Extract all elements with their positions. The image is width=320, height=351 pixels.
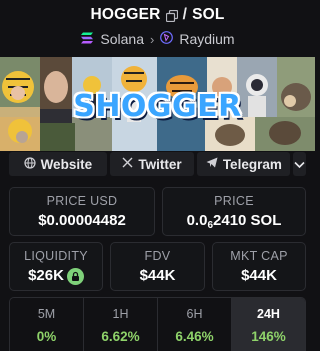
liquidity-card: LIQUIDITY $26K <box>9 242 103 291</box>
chevron-down-icon <box>294 157 305 172</box>
lock-icon[interactable] <box>66 267 84 285</box>
tab-24h-label: 24H <box>257 307 280 321</box>
social-links: Website Twitter Telegram <box>9 152 307 176</box>
copy-icon[interactable] <box>165 9 178 23</box>
quote-symbol: SOL <box>192 6 225 23</box>
price-usd-value: $0.00004482 <box>38 212 126 229</box>
fdv-card: FDV $44K <box>110 242 205 291</box>
tab-5m-value: 0% <box>36 329 57 344</box>
tab-1h-value: 6.62% <box>101 329 140 344</box>
tab-1h[interactable]: 1H 6.62% <box>84 298 158 351</box>
chain-name[interactable]: Solana <box>100 31 144 47</box>
tab-1h-label: 1H <box>112 307 129 321</box>
twitter-button[interactable]: Twitter <box>109 152 195 176</box>
market-cap-card: MKT CAP $44K <box>212 242 306 291</box>
pair-title: HOGGER / SOL <box>0 6 315 24</box>
price-sol-digits: 2410 SOL <box>213 212 282 229</box>
token-banner-image: SHOGGER <box>0 57 315 151</box>
price-change-tabs: 5M 0% 1H 6.62% 6H 6.46% 24H 146% <box>9 297 306 351</box>
tab-24h-value: 146% <box>251 329 286 344</box>
dex-name[interactable]: Raydium <box>179 31 234 47</box>
tab-5m[interactable]: 5M 0% <box>10 298 84 351</box>
price-usd-label: PRICE USD <box>46 194 118 208</box>
price-sol-zero-count: 6 <box>207 220 214 231</box>
liquidity-label: LIQUIDITY <box>24 249 88 263</box>
price-sol-value: 0.062410 SOL <box>163 212 305 231</box>
chain-dex-row: Solana › Raydium <box>0 31 315 47</box>
fdv-label: FDV <box>144 249 171 263</box>
tab-6h-label: 6H <box>186 307 203 321</box>
token-symbol: HOGGER <box>90 6 161 23</box>
market-cap-value: $44K <box>241 267 277 284</box>
tab-6h-value: 6.46% <box>175 329 214 344</box>
token-pair-panel: HOGGER / SOL Solana › Raydium SHOGGER We… <box>0 0 315 351</box>
twitter-label: Twitter <box>138 156 182 172</box>
telegram-button[interactable]: Telegram <box>197 152 291 176</box>
tab-24h[interactable]: 24H 146% <box>232 298 305 351</box>
more-links-button[interactable] <box>293 152 307 176</box>
chevron-right-icon: › <box>150 31 155 47</box>
price-sol-prefix: 0.0 <box>186 212 208 229</box>
liquidity-value-row: $26K <box>10 267 102 285</box>
website-button[interactable]: Website <box>9 152 107 176</box>
telegram-label: Telegram <box>222 156 282 172</box>
solana-icon <box>80 31 94 47</box>
price-sol-label: PRICE <box>214 194 254 208</box>
globe-icon <box>23 156 36 172</box>
price-usd-card: PRICE USD $0.00004482 <box>9 187 155 236</box>
banner-title: SHOGGER <box>73 89 242 124</box>
fdv-value: $44K <box>139 267 176 284</box>
price-sol-card: PRICE 0.062410 SOL <box>162 187 306 236</box>
raydium-icon <box>160 31 174 47</box>
telegram-icon <box>206 157 218 171</box>
x-logo-icon <box>122 157 133 171</box>
tab-5m-label: 5M <box>37 307 56 321</box>
website-label: Website <box>40 156 93 172</box>
tab-6h[interactable]: 6H 6.46% <box>158 298 232 351</box>
pair-separator: / <box>182 6 188 23</box>
market-cap-label: MKT CAP <box>230 249 288 263</box>
liquidity-value: $26K <box>28 267 64 284</box>
